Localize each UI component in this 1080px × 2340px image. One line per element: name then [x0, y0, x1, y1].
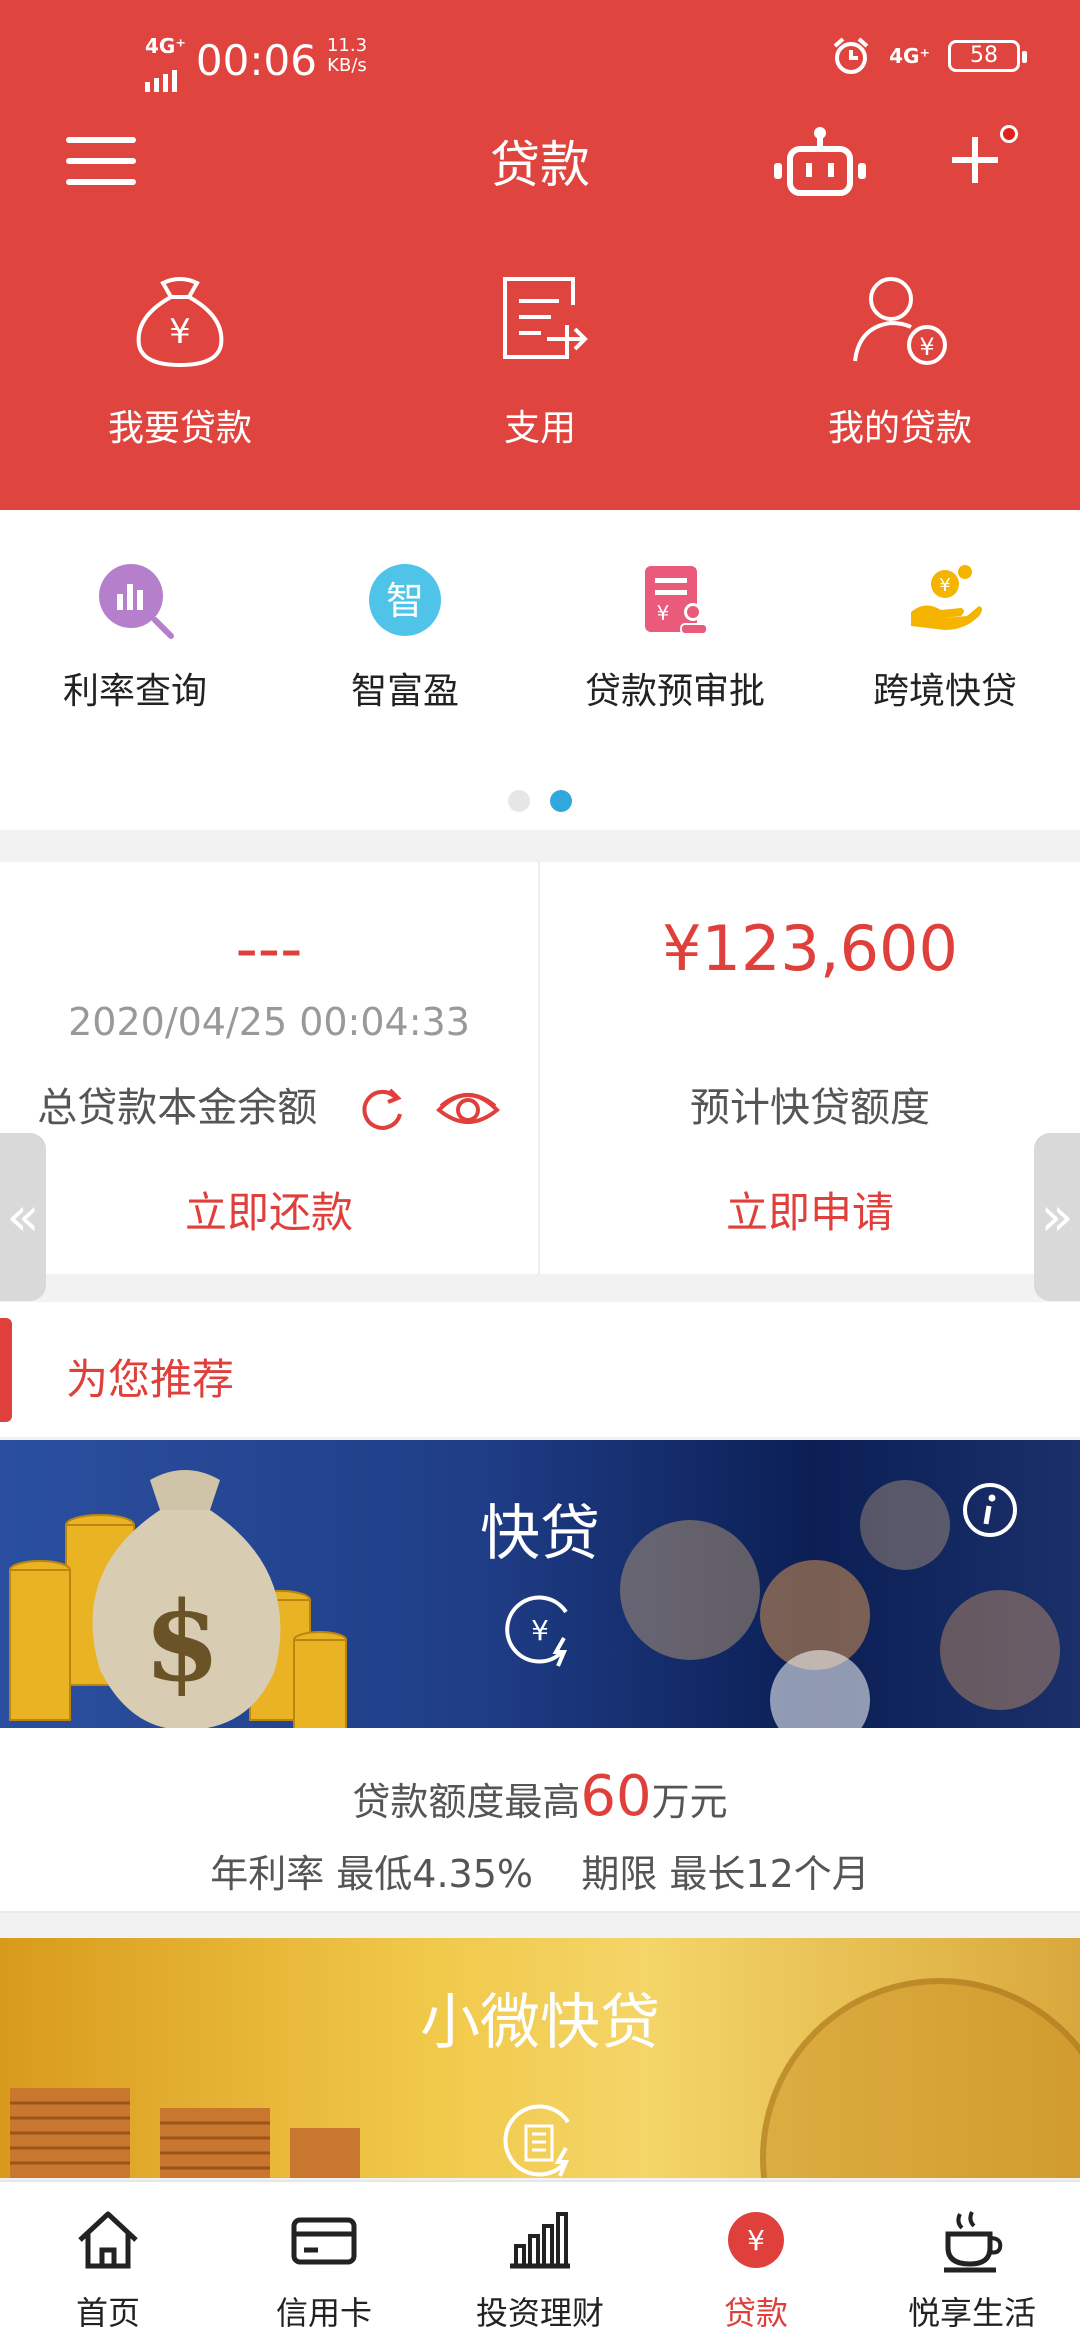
- coffee-cup-icon: [944, 2211, 1003, 2273]
- status-time: 00:06: [195, 36, 317, 85]
- quick-loan-yuan-icon: ¥: [505, 1595, 568, 1667]
- svg-text:¥: ¥: [919, 333, 934, 361]
- scroll-left-button[interactable]: «: [0, 1133, 46, 1301]
- quick-action-label: 我的贷款: [827, 408, 972, 449]
- robot-assistant-icon[interactable]: [770, 125, 870, 205]
- service-label: 跨境快贷: [872, 671, 1017, 712]
- status-bar: 4G⁺ 00:06 11.3 KB/s 4G⁺ 58: [0, 30, 1080, 92]
- tab-label: 首页: [75, 2294, 140, 2332]
- quick-loan-info[interactable]: 贷款额度最高60万元 年利率 最低4.35% 期限 最长12个月: [0, 1728, 1080, 1913]
- quota-label: 预计快贷额度: [690, 1085, 930, 1131]
- quick-action-withdraw[interactable]: 支用: [360, 265, 720, 465]
- quick-loan-terms: 年利率 最低4.35% 期限 最长12个月: [210, 1852, 870, 1896]
- quick-loan-title: 快贷: [480, 1499, 600, 1569]
- tab-credit-card[interactable]: 信用卡: [216, 2182, 432, 2340]
- top-bar: 贷款: [0, 115, 1080, 205]
- signal-icon: [145, 70, 177, 92]
- network-type: 4G⁺: [145, 34, 186, 58]
- right-network-type: 4G⁺: [889, 44, 930, 68]
- speed-value: 11.3: [326, 35, 368, 56]
- repay-now-button[interactable]: 立即还款: [0, 1179, 538, 1240]
- rate-search-icon: [99, 564, 174, 639]
- quick-action-apply-loan[interactable]: ¥ 我要贷款: [0, 265, 360, 465]
- micro-loan-building-icon: [503, 2104, 570, 2177]
- recommend-section-header: 为您推荐: [0, 1302, 1080, 1437]
- quick-action-label: 我要贷款: [107, 408, 252, 449]
- loan-balance-panel: --- 2020/04/25 00:04:33 总贷款本金余额 立即还款: [0, 862, 540, 1274]
- quota-amount: ¥123,600: [662, 912, 958, 985]
- speed-unit: KB/s: [327, 55, 367, 76]
- page-indicator: [0, 790, 1080, 816]
- cross-border-icon: ¥: [911, 565, 982, 630]
- battery-icon: 58: [948, 40, 1027, 72]
- alarm-icon: [833, 37, 869, 74]
- section-accent-bar: [0, 1318, 12, 1422]
- service-cross-border-loan[interactable]: ¥ 跨境快贷: [810, 560, 1080, 714]
- svg-text:智: 智: [386, 579, 424, 623]
- svg-text:¥: ¥: [657, 601, 670, 625]
- service-zhi-fu-ying[interactable]: 智 智富盈: [270, 560, 540, 714]
- service-pre-approval[interactable]: ¥ 贷款预审批: [540, 560, 810, 714]
- header: 4G⁺ 00:06 11.3 KB/s 4G⁺ 58 贷款 ¥ 我要贷款 支用 …: [0, 0, 1080, 510]
- page-dot-2[interactable]: [550, 790, 572, 812]
- refresh-icon[interactable]: [356, 1084, 408, 1136]
- quick-actions: ¥ 我要贷款 支用 ¥ 我的贷款: [0, 265, 1080, 465]
- info-icon[interactable]: [960, 1480, 1020, 1540]
- quick-loan-limit: 贷款额度最高60万元: [0, 1764, 1080, 1829]
- tab-label: 贷款: [723, 2294, 788, 2332]
- user-yuan-icon: ¥: [853, 277, 947, 365]
- tab-home[interactable]: 首页: [0, 2182, 216, 2340]
- network-speed: 11.3 KB/s: [327, 36, 367, 76]
- money-bag-illustration: $: [9, 1470, 347, 1728]
- service-grid: 利率查询 智 智富盈 ¥ 贷款预审批 ¥ 跨境快贷: [0, 510, 1080, 830]
- eye-icon[interactable]: [435, 1084, 501, 1136]
- tab-lifestyle[interactable]: 悦享生活: [864, 2182, 1080, 2340]
- bar-chart-icon: [510, 2212, 570, 2269]
- service-label: 利率查询: [62, 671, 207, 712]
- loan-balance-label: 总贷款本金余额: [37, 1085, 318, 1131]
- service-rate-query[interactable]: 利率查询: [0, 560, 270, 714]
- loan-summary-card: --- 2020/04/25 00:04:33 总贷款本金余额 立即还款 ¥12…: [0, 862, 1080, 1274]
- svg-text:$: $: [144, 1577, 221, 1706]
- page-title: 贷款: [490, 136, 590, 194]
- tab-label: 信用卡: [275, 2294, 372, 2332]
- quick-action-label: 支用: [503, 408, 576, 449]
- loan-balance-date: 2020/04/25 00:04:33: [68, 1000, 470, 1044]
- service-label: 贷款预审批: [584, 671, 765, 712]
- micro-loan-title: 小微快贷: [420, 1988, 660, 2058]
- loan-balance-amount: ---: [235, 912, 303, 985]
- tab-label: 投资理财: [475, 2294, 604, 2332]
- limit-suffix: 万元: [651, 1780, 728, 1824]
- signal-indicator: 4G⁺: [145, 36, 186, 102]
- bottom-tab-bar: 首页 信用卡 投资理财 ¥ 贷款 悦享生活: [0, 2180, 1080, 2340]
- quick-action-my-loans[interactable]: ¥ 我的贷款: [720, 265, 1080, 465]
- apply-now-button[interactable]: 立即申请: [540, 1179, 1080, 1240]
- money-bag-icon: ¥: [136, 277, 224, 368]
- home-icon: [78, 2211, 138, 2269]
- limit-prefix: 贷款额度最高: [352, 1780, 581, 1824]
- credit-card-icon: [291, 2217, 357, 2265]
- tab-loan[interactable]: ¥ 贷款: [648, 2182, 864, 2340]
- pre-approve-icon: ¥: [645, 566, 708, 635]
- tab-investment[interactable]: 投资理财: [432, 2182, 648, 2340]
- scroll-right-button[interactable]: »: [1034, 1133, 1080, 1301]
- service-label: 智富盈: [350, 671, 459, 712]
- page-dot-1[interactable]: [508, 790, 530, 812]
- svg-text:¥: ¥: [939, 575, 950, 596]
- notification-dot: [1000, 125, 1018, 143]
- zhi-icon: 智: [369, 564, 441, 636]
- quick-loan-banner[interactable]: $ 快贷 ¥: [0, 1440, 1080, 1728]
- svg-text:¥: ¥: [747, 2224, 765, 2257]
- svg-text:¥: ¥: [169, 312, 191, 352]
- limit-highlight: 60: [580, 1764, 652, 1829]
- loan-yuan-icon: ¥: [728, 2212, 784, 2268]
- loan-balance-label-row: 总贷款本金余额: [0, 1075, 538, 1136]
- recommend-title: 为您推荐: [66, 1355, 235, 1404]
- tab-label: 悦享生活: [907, 2294, 1036, 2332]
- svg-text:¥: ¥: [531, 1614, 549, 1647]
- micro-loan-banner[interactable]: 小微快贷: [0, 1938, 1080, 2178]
- quick-loan-quota-panel: ¥123,600 预计快贷额度 立即申请: [540, 862, 1080, 1274]
- transfer-doc-icon: [503, 277, 588, 359]
